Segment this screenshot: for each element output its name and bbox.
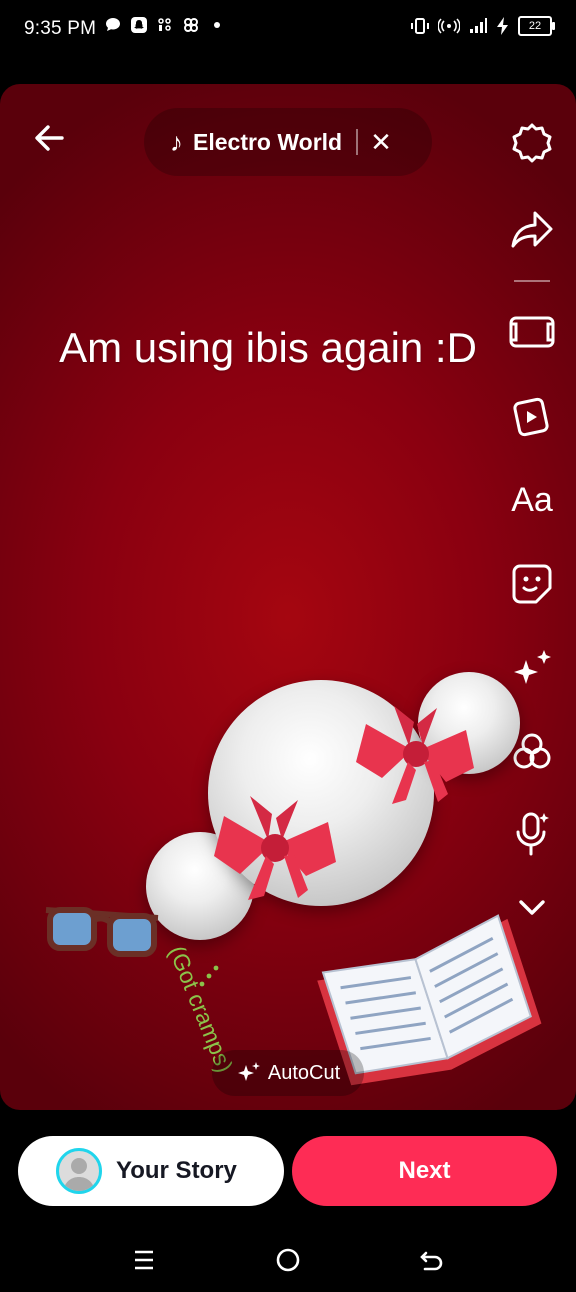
app-icon — [158, 18, 171, 31]
recent-apps-button[interactable] — [124, 1240, 164, 1280]
back-arrow-icon — [420, 1251, 443, 1271]
person-icon — [63, 1158, 95, 1191]
bow-icon — [214, 796, 336, 900]
home-button[interactable] — [268, 1240, 308, 1280]
battery-level: 22 — [528, 20, 542, 32]
system-back-button[interactable] — [412, 1240, 452, 1280]
autocut-label: AutoCut — [267, 1061, 341, 1084]
sparkle-icon — [237, 1062, 260, 1081]
status-bar: 9:35 PM 22 — [0, 0, 576, 60]
home-circle-icon — [276, 1248, 300, 1272]
vibrate-icon — [411, 18, 429, 34]
status-system-icons: 22 — [410, 16, 555, 36]
bottom-actions: Your Story Next — [0, 1130, 576, 1214]
status-notifications — [104, 16, 226, 34]
signal-icon — [470, 18, 487, 33]
your-story-label: Your Story — [116, 1157, 237, 1184]
your-story-button[interactable]: Your Story — [18, 1136, 284, 1206]
snapchat-icon — [131, 17, 147, 33]
menu-icon — [135, 1250, 153, 1270]
message-icon — [106, 18, 120, 31]
system-nav-bar — [0, 1228, 576, 1292]
hotspot-icon — [438, 18, 460, 34]
candy-sticker[interactable] — [0, 84, 576, 1110]
bow-icon — [356, 706, 474, 804]
editor-canvas[interactable]: ♪ Electro World ✕ Aa Am using ibis again… — [0, 84, 576, 1110]
network-icon — [184, 18, 198, 32]
charging-icon — [497, 17, 508, 35]
battery-icon: 22 — [518, 16, 555, 36]
status-time: 9:35 PM — [24, 18, 97, 39]
autocut-button[interactable]: AutoCut — [212, 1050, 364, 1096]
next-button[interactable]: Next — [292, 1136, 557, 1206]
avatar — [56, 1148, 102, 1194]
dot-icon — [214, 22, 220, 28]
glasses-icon — [45, 907, 159, 957]
